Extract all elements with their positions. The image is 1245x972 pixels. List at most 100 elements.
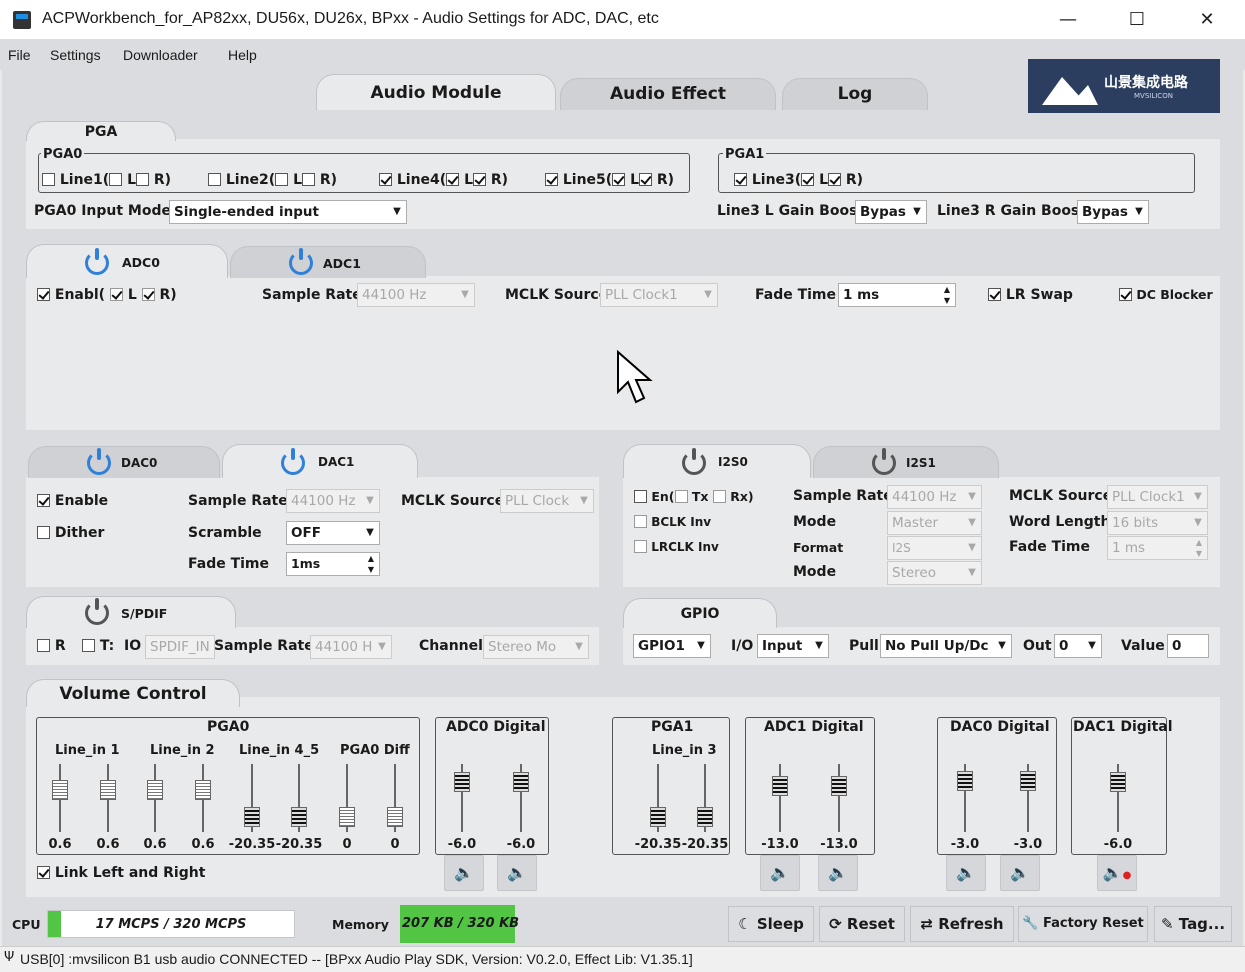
memory-label: Memory — [332, 917, 389, 932]
dac-fade-spinbox[interactable]: 1ms ▲ ▼ — [286, 552, 380, 576]
dac-enable[interactable]: Enable — [37, 493, 108, 509]
wrench-icon: 🔧 — [1022, 916, 1039, 931]
i2s-lrclk-inv[interactable]: LRCLK Inv — [634, 540, 719, 554]
pga1-fader-knob[interactable] — [650, 807, 666, 827]
i2s-mode2-select[interactable]: Stereo ▼ — [887, 561, 982, 585]
gpio-out-select[interactable]: 0 ▼ — [1054, 634, 1102, 658]
i2s-enable[interactable]: En( Tx Rx) — [634, 489, 754, 504]
menu-settings[interactable]: Settings — [50, 47, 101, 63]
pga0-fader-knob[interactable] — [387, 807, 403, 827]
tab-audio-effect[interactable]: Audio Effect — [560, 78, 776, 110]
tab-pga[interactable]: PGA — [26, 121, 176, 141]
adc1-fader-knob[interactable] — [772, 776, 788, 796]
pga0-fader-knob[interactable] — [100, 780, 116, 800]
tab-dac0[interactable]: DAC0 — [28, 446, 220, 478]
gpio-io-select[interactable]: Input ▼ — [757, 634, 829, 658]
adc0-power-icon — [85, 248, 109, 275]
line3-r-boost-select[interactable]: Bypas ▼ — [1077, 200, 1149, 224]
gpio-value-field[interactable]: 0 — [1167, 634, 1209, 658]
menu-help[interactable]: Help — [228, 47, 257, 63]
gpio-port-select[interactable]: GPIO1 ▼ — [633, 634, 711, 658]
i2s-mclk-select[interactable]: PLL Clock1 ▼ — [1107, 485, 1208, 509]
dac1-fader-knob[interactable] — [1110, 772, 1126, 792]
spdif-r[interactable]: R — [37, 638, 66, 654]
adc-lr-swap[interactable]: LR Swap — [988, 287, 1073, 303]
spdif-channel-select[interactable]: Stereo Mo ▼ — [483, 635, 589, 659]
dac-dither[interactable]: Dither — [37, 525, 104, 541]
refresh-button[interactable]: ⇄ Refresh — [910, 906, 1014, 942]
tab-log[interactable]: Log — [782, 78, 928, 110]
adc0-right-mute-button[interactable]: 🔈 — [497, 855, 537, 891]
adc-enable[interactable]: Enabl( L R) — [37, 287, 177, 303]
pga1-fader-knob[interactable] — [697, 807, 713, 827]
maximize-button[interactable]: ☐ — [1119, 6, 1155, 34]
tab-adc1[interactable]: ADC1 — [230, 246, 426, 278]
menu-file[interactable]: File — [8, 47, 31, 63]
dac0-fader-knob[interactable] — [1020, 771, 1036, 791]
dac0-right-mute-button[interactable]: 🔈 — [1000, 855, 1040, 891]
pga0-fader-knob[interactable] — [244, 807, 260, 827]
dac0-fader-knob[interactable] — [957, 771, 973, 791]
pga0-input-mode-select[interactable]: Single-ended input ▼ — [169, 200, 407, 224]
tab-volume-control[interactable]: Volume Control — [26, 679, 240, 707]
tab-i2s0[interactable]: I2S0 — [623, 444, 811, 478]
pga0-line2[interactable]: Line2( L R) — [208, 172, 337, 188]
spdif-io-select[interactable]: SPDIF_IN — [145, 635, 215, 659]
tab-adc0[interactable]: ADC0 — [26, 244, 228, 278]
minimize-button[interactable]: — — [1050, 6, 1086, 34]
pga0-line1[interactable]: Line1( L R) — [42, 172, 171, 188]
pga0-fader-knob[interactable] — [195, 780, 211, 800]
adc1-left-mute-button[interactable]: 🔈 — [760, 855, 800, 891]
adc0-fader-knob[interactable] — [513, 772, 529, 792]
dac1-mute-button[interactable]: 🔈● — [1097, 855, 1137, 891]
pga0-fader-value: 0 — [342, 837, 352, 852]
line1-checkbox[interactable] — [42, 173, 55, 186]
tab-gpio[interactable]: GPIO — [623, 598, 777, 628]
dac-scramble-select[interactable]: OFF ▼ — [286, 521, 380, 545]
adc-sample-rate-select[interactable]: 44100 Hz ▼ — [357, 283, 475, 307]
pga0-fader-knob[interactable] — [147, 780, 163, 800]
adc1-fader-knob[interactable] — [831, 776, 847, 796]
adc0-left-mute-button[interactable]: 🔈 — [444, 855, 484, 891]
reset-button[interactable]: ⟳ Reset — [819, 906, 905, 942]
line3-l-boost-select[interactable]: Bypas ▼ — [855, 200, 927, 224]
gpio-pull-select[interactable]: No Pull Up/Dc ▼ — [880, 634, 1012, 658]
pga0-fader-knob[interactable] — [339, 807, 355, 827]
adc-fade-spinbox[interactable]: 1 ms ▲ ▼ — [838, 283, 956, 307]
pga1-group-title: PGA1 — [723, 147, 767, 162]
pga0-fader-knob[interactable] — [291, 807, 307, 827]
adc-mclk-select[interactable]: PLL Clock1 ▼ — [600, 283, 718, 307]
i2s-format-select[interactable]: I2S ▼ — [887, 536, 982, 560]
spdif-sample-rate-select[interactable]: 44100 H ▼ — [310, 635, 392, 659]
tab-audio-module[interactable]: Audio Module — [316, 74, 556, 110]
pga1-line3[interactable]: Line3( L R) — [734, 172, 863, 188]
pga0-line4[interactable]: Line4( L R) — [379, 172, 508, 188]
i2s-fade-spinbox[interactable]: 1 ms ▲ ▼ — [1107, 536, 1208, 560]
adc1-right-mute-button[interactable]: 🔈 — [818, 855, 858, 891]
dac-sample-rate-select[interactable]: 44100 Hz ▼ — [286, 489, 380, 513]
dac-mclk-select[interactable]: PLL Clock ▼ — [500, 489, 594, 513]
i2s-bclk-inv[interactable]: BCLK Inv — [634, 515, 711, 529]
sleep-button[interactable]: ☾ Sleep — [728, 906, 814, 942]
adc1-fader-track — [838, 764, 840, 832]
close-button[interactable]: ✕ — [1189, 6, 1225, 34]
i2s-sample-rate-select[interactable]: 44100 Hz ▼ — [887, 485, 982, 509]
tag-button[interactable]: ✎ Tag... — [1154, 906, 1232, 942]
dac0-digital-group — [937, 717, 1057, 855]
i2s-word-length-select[interactable]: 16 bits ▼ — [1107, 511, 1208, 535]
link-left-right[interactable]: Link Left and Right — [37, 865, 205, 881]
factory-reset-button[interactable]: 🔧 Factory Reset — [1018, 906, 1148, 942]
adc0-fader-knob[interactable] — [454, 772, 470, 792]
dac0-fader-value: -3.0 — [1013, 837, 1043, 852]
tab-spdif[interactable]: S/PDIF — [26, 596, 236, 628]
dac0-left-mute-button[interactable]: 🔈 — [946, 855, 986, 891]
line-in45-label: Line_in 4_5 — [239, 743, 320, 758]
spdif-t[interactable]: T: — [82, 638, 114, 654]
adc-dc-blocker[interactable]: DC Blocker — [1119, 287, 1213, 302]
pga0-fader-knob[interactable] — [52, 780, 68, 800]
tab-dac1[interactable]: DAC1 — [222, 444, 418, 478]
tab-i2s1[interactable]: I2S1 — [813, 446, 999, 478]
pga0-line5[interactable]: Line5( L R) — [545, 172, 674, 188]
i2s-mode-select[interactable]: Master ▼ — [887, 511, 982, 535]
menu-downloader[interactable]: Downloader — [123, 47, 198, 63]
